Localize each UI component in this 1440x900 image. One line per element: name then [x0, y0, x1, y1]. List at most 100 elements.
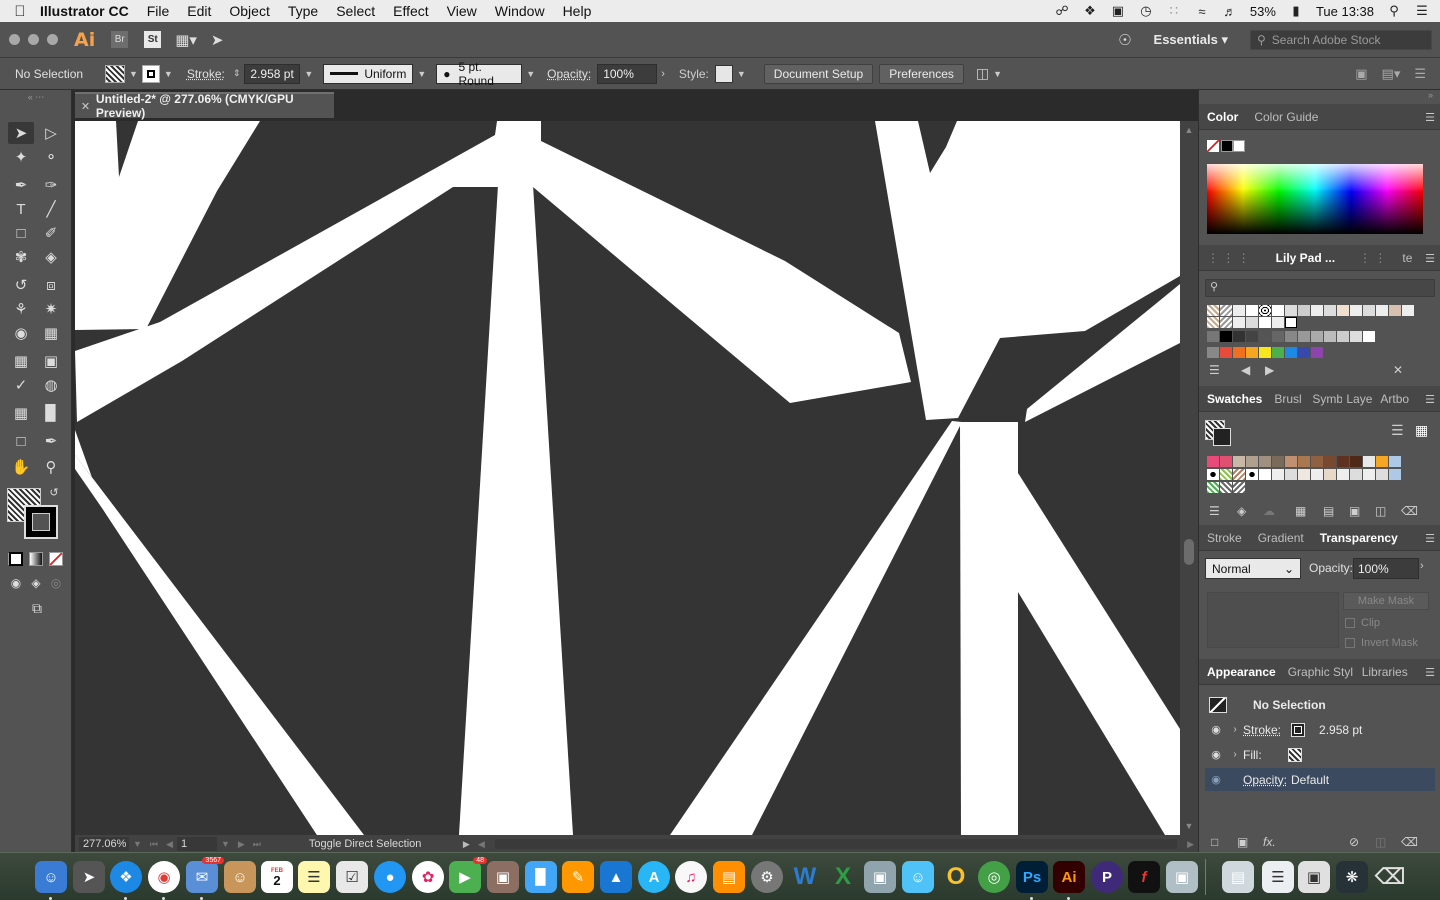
document-tab[interactable]: ✕ Untitled-2* @ 277.06% (CMYK/GPU Previe… [75, 92, 334, 118]
stock-button[interactable]: St [144, 31, 161, 48]
add-new-effect-icon[interactable]: fx. [1263, 835, 1276, 849]
downloads-stack-icon[interactable]: ▤ [1222, 861, 1254, 893]
tab-libraries[interactable]: Libraries [1354, 665, 1416, 679]
itunes-icon[interactable]: ♫ [675, 861, 707, 893]
network-globe-icon[interactable]: ◎ [978, 861, 1010, 893]
none-swatch[interactable] [1207, 140, 1219, 152]
scroll-down-icon[interactable]: ▼ [1180, 821, 1198, 831]
tab-graphic-styles[interactable]: Graphic Styl [1284, 665, 1354, 679]
appearance-opacity-label[interactable]: Opacity: [1243, 773, 1287, 787]
clip-checkbox[interactable]: Clip [1345, 617, 1380, 629]
facetime-icon[interactable]: ▶ 48 [449, 861, 481, 893]
appearance-opacity-row[interactable]: ◉ Opacity: Default [1205, 768, 1435, 791]
make-mask-button[interactable]: Make Mask [1343, 592, 1429, 610]
flash-icon[interactable]: f [1128, 861, 1160, 893]
volume-icon[interactable]: ♬ [1222, 4, 1238, 18]
artboard-number-field[interactable]: 1 [177, 837, 217, 851]
zoom-level-field[interactable]: 277.06% [79, 837, 129, 851]
chevron-down-icon[interactable]: ▼ [221, 839, 230, 849]
collapsed-tabs[interactable]: ⋮ ⋮ ⋮ [1199, 251, 1258, 265]
panel-menu-icon[interactable]: ☰ [1425, 666, 1435, 679]
variable-width-profile[interactable]: Uniform [323, 64, 413, 84]
symbol-sprayer-tool-icon[interactable]: ▦ [8, 402, 34, 424]
messages-icon[interactable]: ● [374, 861, 406, 893]
curvature-tool-icon[interactable]: ✑ [38, 174, 64, 196]
eyedropper-tool-icon[interactable]: ✓ [8, 374, 34, 396]
migration-icon[interactable]: ☺ [902, 861, 934, 893]
documents-stack-icon[interactable]: ☰ [1262, 861, 1294, 893]
rectangle-tool-icon[interactable]: □ [8, 222, 34, 244]
calendar-icon[interactable]: FEB 2 [261, 861, 293, 893]
draw-inside-icon[interactable]: ◎ [46, 572, 66, 594]
dropbox-icon[interactable]: ❖ [1082, 4, 1098, 18]
wifi-icon[interactable]: ≈ [1194, 4, 1210, 18]
color-spectrum[interactable] [1207, 164, 1423, 234]
puppet-warp-tool-icon[interactable]: ✷ [38, 298, 64, 320]
stroke-label[interactable]: Stroke: [187, 67, 225, 81]
chevron-down-icon[interactable]: ▼ [129, 69, 138, 79]
white-swatch[interactable] [1233, 140, 1245, 152]
color-mode-icon[interactable] [9, 552, 23, 566]
next-icon[interactable]: ▶ [1265, 363, 1274, 377]
appearance-stroke-swatch[interactable] [1291, 723, 1305, 737]
first-artboard-icon[interactable]: ⏮ [150, 839, 158, 850]
swatch-grid-row-2[interactable] [1207, 469, 1401, 480]
lightbulb-icon[interactable]: ☉ [1118, 31, 1131, 49]
menu-type[interactable]: Type [288, 3, 318, 19]
zoom-tool-icon[interactable]: ⚲ [38, 456, 64, 478]
gpu-performance-icon[interactable]: ➤ [211, 31, 224, 49]
numbers-icon[interactable]: ▉ [525, 861, 557, 893]
direct-selection-tool-icon[interactable]: ▷ [38, 122, 64, 144]
duplicate-item-icon[interactable]: ◫ [1375, 835, 1386, 849]
preview-icon[interactable]: ▣ [864, 861, 896, 893]
stroke-weight-field[interactable]: 2.958 pt [244, 64, 300, 84]
trash-icon[interactable]: ⌫ [1374, 861, 1406, 893]
type-tool-icon[interactable]: T [8, 198, 34, 220]
menu-help[interactable]: Help [563, 3, 592, 19]
ibooks-icon[interactable]: ▤ [713, 861, 745, 893]
swatch-grid-row-1[interactable] [1207, 456, 1401, 467]
scrollbar-thumb[interactable] [1184, 539, 1194, 565]
battery-icon[interactable]: ▮ [1288, 4, 1304, 18]
mail-icon[interactable]: ✉ 3567 [186, 861, 218, 893]
pattern-swatch-row-2[interactable] [1207, 317, 1297, 328]
scale-tool-icon[interactable]: ⧈ [38, 274, 64, 296]
tab-appearance[interactable]: Appearance [1199, 665, 1284, 679]
tab-te[interactable]: te [1394, 251, 1420, 265]
menu-select[interactable]: Select [336, 3, 375, 19]
stroke-swatch[interactable] [142, 65, 160, 83]
collapsed-tabs-2[interactable]: ⋮ ⋮ [1351, 251, 1394, 265]
paintbrush-tool-icon[interactable]: ✐ [38, 222, 64, 244]
gradient-mode-icon[interactable] [29, 552, 43, 566]
line-tool-icon[interactable]: ╱ [38, 198, 64, 220]
status-message[interactable]: Toggle Direct Selection [309, 838, 459, 850]
chevron-down-icon[interactable]: ▼ [304, 69, 313, 79]
system-preferences-icon[interactable]: ⚙ [751, 861, 783, 893]
screen-mode-icon[interactable]: ⧉ [24, 597, 50, 619]
notes-icon[interactable]: ☰ [298, 861, 330, 893]
scroll-right-icon[interactable]: ▶ [1187, 839, 1194, 850]
chevron-right-icon[interactable]: › [661, 68, 665, 80]
library-icon[interactable]: ☰ [1209, 363, 1220, 377]
folder-stack-icon[interactable]: ▣ [1298, 861, 1330, 893]
list-view-icon[interactable]: ☰ [1391, 422, 1404, 439]
chevron-down-icon[interactable]: ▼ [526, 69, 535, 79]
transparency-opacity-field[interactable]: 100% [1353, 558, 1419, 579]
clear-appearance-icon[interactable]: ⊘ [1349, 835, 1359, 849]
magic-wand-tool-icon[interactable]: ✦ [8, 146, 34, 168]
scroll-up-icon[interactable]: ▲ [1180, 125, 1198, 135]
black-swatch[interactable] [1221, 140, 1233, 152]
pattern-swatch-row[interactable] [1207, 305, 1414, 316]
chevron-right-icon[interactable]: › [1420, 560, 1424, 572]
slice-tool-icon[interactable]: ✒ [38, 430, 64, 452]
paw-app-icon[interactable]: P [1091, 861, 1123, 893]
eraser-tool-icon[interactable]: ◈ [38, 246, 64, 268]
swatch-search-input[interactable]: ⚲ [1205, 279, 1435, 297]
tab-gradient[interactable]: Gradient [1250, 531, 1312, 545]
add-new-stroke-icon[interactable]: □ [1211, 835, 1218, 849]
arrange-icon[interactable]: ▤▾ [1382, 66, 1401, 82]
new-folder-icon[interactable]: ▣ [1349, 504, 1360, 518]
show-kinds-icon[interactable]: ◈ [1237, 504, 1246, 518]
stock-search-input[interactable]: ⚲ Search Adobe Stock [1250, 30, 1432, 50]
image-stack-icon[interactable]: ❋ [1336, 861, 1368, 893]
